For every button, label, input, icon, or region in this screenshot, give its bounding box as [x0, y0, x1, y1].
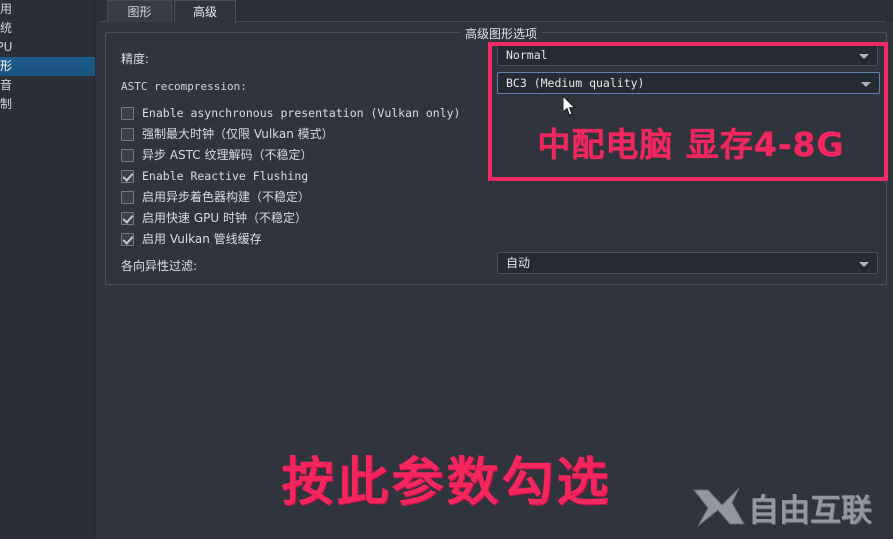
checkbox-label: 启用 Vulkan 管线缓存 [142, 232, 262, 246]
tab-advanced[interactable]: 高级 [174, 0, 236, 23]
checkbox-box-icon [121, 149, 134, 162]
anisotropic-filtering-label: 各向异性过滤: [121, 259, 198, 273]
sidebar-item-controls[interactable]: 控制 [0, 95, 95, 114]
astc-recompression-dropdown-value: BC3 (Medium quality) [506, 76, 645, 90]
sidebar-item-cpu[interactable]: CPU [0, 38, 95, 57]
accuracy-label: 精度: [121, 52, 150, 66]
anisotropic-filtering-dropdown-value: 自动 [506, 256, 531, 270]
chevron-down-icon [861, 82, 871, 87]
checkbox-label: 异步 ASTC 纹理解码（不稳定） [142, 148, 313, 162]
checkbox-box-icon [121, 233, 134, 246]
tab-graphics[interactable]: 图形 [107, 0, 172, 22]
astc-recompression-dropdown[interactable]: BC3 (Medium quality) [497, 72, 880, 94]
astc-recompression-label: ASTC recompression: [121, 80, 247, 93]
checkbox-label: 强制最大时钟（仅限 Vulkan 模式） [142, 127, 334, 141]
watermark-x-logo-icon [692, 486, 746, 528]
sidebar-item-audio[interactable]: 声音 [0, 76, 95, 95]
checkbox-label: Enable Reactive Flushing [142, 169, 309, 183]
watermark: 自由互联 [692, 484, 872, 530]
sidebar-item-list: 通用 系统 CPU 图形 声音 控制 [0, 0, 95, 114]
checkbox-box-icon [121, 170, 134, 183]
checkbox-box-icon [121, 191, 134, 204]
anisotropic-filtering-dropdown[interactable]: 自动 [497, 252, 878, 274]
sidebar-item-label: 图形 [0, 59, 13, 73]
sidebar-item-label: 通用 [0, 2, 13, 16]
sidebar-item-label: 控制 [0, 97, 13, 111]
checkbox-label: Enable asynchronous presentation (Vulkan… [142, 106, 461, 120]
annotation-text-vram: 中配电脑 显存4-8G [537, 125, 845, 164]
groupbox-title: 高级图形选项 [460, 25, 543, 42]
sidebar-item-label: CPU [0, 40, 13, 54]
chevron-down-icon [859, 262, 869, 267]
chevron-down-icon [859, 54, 869, 59]
tab-label: 高级 [192, 5, 217, 19]
sidebar-item-general[interactable]: 通用 [0, 0, 95, 19]
checkbox-label: 启用异步着色器构建（不稳定） [142, 190, 311, 204]
tab-bar: 图形 高级 [96, 0, 893, 23]
checkbox-label: 启用快速 GPU 时钟（不稳定） [142, 211, 307, 225]
checkbox-box-icon [121, 128, 134, 141]
checkbox-box-icon [121, 107, 134, 120]
sidebar-item-system[interactable]: 系统 [0, 19, 95, 38]
sidebar-item-label: 系统 [0, 21, 13, 35]
tab-underline-left [100, 21, 107, 22]
watermark-text: 自由互联 [748, 492, 872, 529]
checkbox-box-icon [121, 212, 134, 225]
mouse-cursor-icon [562, 94, 577, 117]
sidebar-item-label: 声音 [0, 78, 13, 92]
tab-label: 图形 [127, 5, 152, 19]
accuracy-dropdown[interactable]: Normal [497, 44, 878, 66]
accuracy-dropdown-value: Normal [506, 48, 548, 62]
sidebar-item-graphics[interactable]: 图形 [0, 57, 95, 76]
tab-underline-right [236, 21, 886, 22]
